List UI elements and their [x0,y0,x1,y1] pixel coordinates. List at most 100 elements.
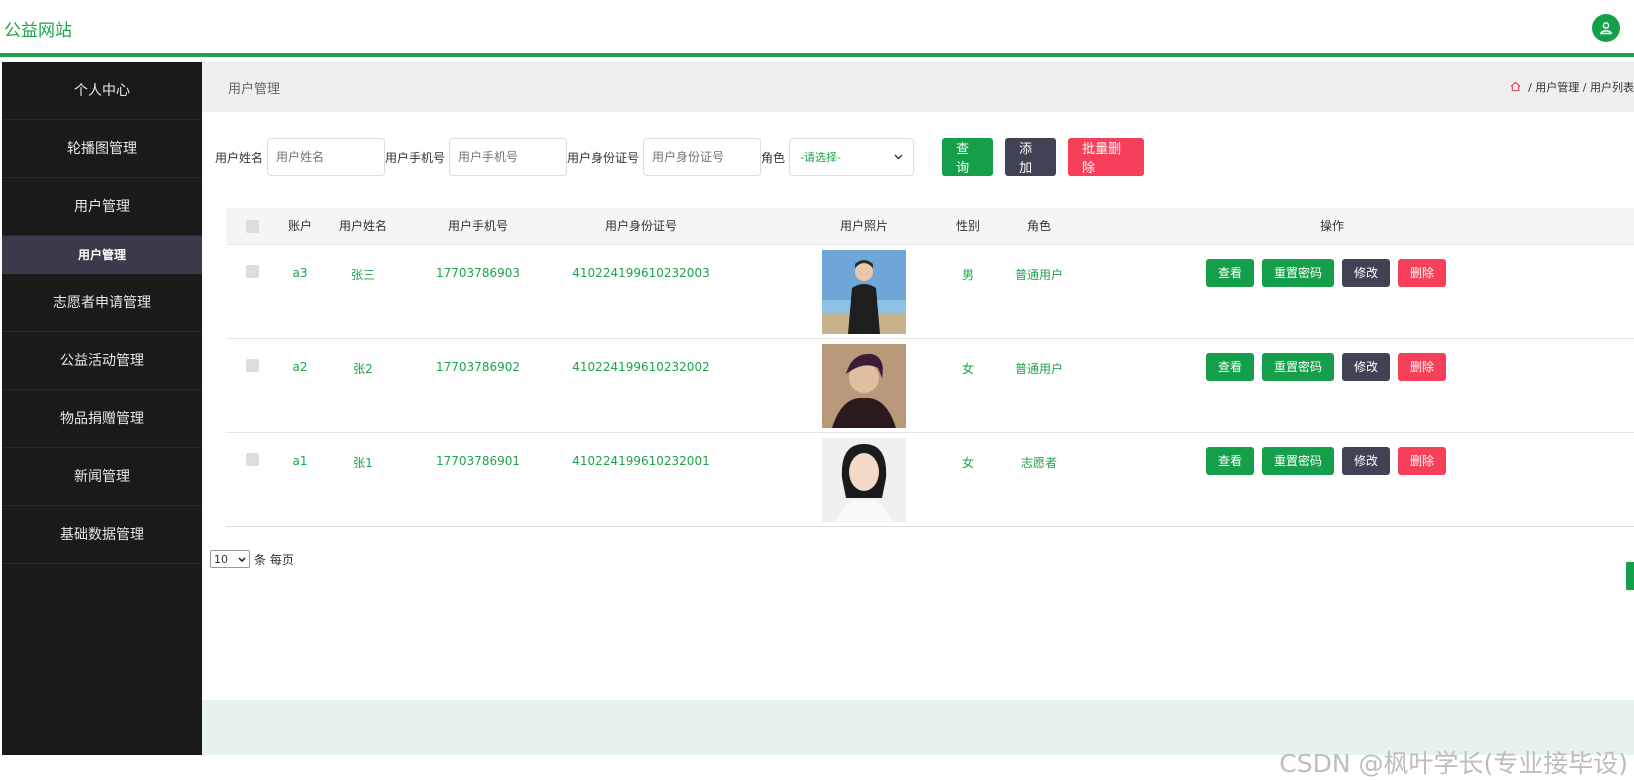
content-panel: 用户姓名 用户手机号 用户身份证号 角色 -请选择- 查询 添加 批量删除 账户… [202,112,1634,700]
reset-password-button[interactable]: 重置密码 [1262,353,1335,381]
row-checkbox[interactable] [246,265,259,278]
role-select[interactable]: -请选择- [789,138,915,176]
sidebar-item-personal-center[interactable]: 个人中心 [2,62,202,120]
name-label: 用户姓名 [215,150,264,165]
table-header: 账户 用户姓名 用户手机号 用户身份证号 用户照片 性别 角色 操作 [226,208,1634,244]
top-header: 公益网站 [0,0,1634,57]
user-photo[interactable] [822,250,906,334]
pagination-button[interactable] [1626,562,1634,590]
cell-name: 张1 [353,456,373,470]
edit-button[interactable]: 修改 [1342,447,1391,475]
query-button[interactable]: 查询 [942,138,994,176]
sidebar-item-volunteer-apply[interactable]: 志愿者申请管理 [2,274,202,332]
watermark: CSDN @枫叶学长(专业接毕设) [1279,749,1628,778]
page-title: 用户管理 [228,82,281,97]
reset-password-button[interactable]: 重置密码 [1262,447,1335,475]
edit-button[interactable]: 修改 [1342,353,1391,381]
col-role: 角色 [1026,219,1052,233]
col-idcard: 用户身份证号 [604,219,678,233]
cell-role: 普通用户 [1014,362,1064,376]
delete-button[interactable]: 删除 [1398,447,1447,475]
cell-gender: 女 [961,456,975,470]
page-size-suffix: 条 每页 [254,552,294,567]
home-icon[interactable] [1510,81,1525,94]
chevron-down-icon [238,557,246,562]
cell-gender: 女 [961,362,975,376]
row-actions: 查看 重置密码 修改 删除 [1206,447,1454,475]
col-photo: 用户照片 [839,219,889,233]
cell-role: 普通用户 [1014,268,1064,282]
col-gender: 性别 [955,219,981,233]
batch-delete-button[interactable]: 批量删除 [1068,138,1145,176]
breadcrumb-item-users[interactable]: 用户管理 [1535,81,1579,94]
view-button[interactable]: 查看 [1206,259,1255,287]
phone-search-input[interactable] [449,138,568,176]
idcard-label: 用户身份证号 [567,150,640,165]
cell-phone: 17703786902 [436,360,520,374]
home-icon-glyph [1510,81,1521,92]
view-button[interactable]: 查看 [1206,353,1255,381]
row-checkbox[interactable] [246,453,259,466]
cell-gender: 男 [961,268,975,282]
search-bar: 用户姓名 用户手机号 用户身份证号 角色 -请选择- 查询 添加 批量删除 [215,138,1145,176]
col-name: 用户姓名 [338,219,388,233]
cell-phone: 17703786903 [436,266,520,280]
row-checkbox[interactable] [246,359,259,372]
cell-account: a1 [292,454,308,468]
view-button[interactable]: 查看 [1206,447,1255,475]
page-size-select[interactable]: 10 [210,550,250,568]
sidebar-item-users[interactable]: 用户管理 [2,178,202,236]
delete-button[interactable]: 删除 [1398,259,1447,287]
breadcrumb-sep: / [1528,81,1532,94]
col-ops: 操作 [1319,219,1345,233]
breadcrumb-bar: 用户管理 / 用户管理 / 用户列表 [202,62,1634,112]
main-area: 用户管理 / 用户管理 / 用户列表 用户姓名 用户手机号 用户身份证号 角色 … [202,62,1634,778]
edit-button[interactable]: 修改 [1342,259,1391,287]
breadcrumb-item-user-list[interactable]: 用户列表 [1590,81,1634,94]
reset-password-button[interactable]: 重置密码 [1262,259,1335,287]
sidebar-subitem-users[interactable]: 用户管理 [2,236,202,274]
user-photo-image [822,250,906,334]
cell-name: 张三 [350,268,376,282]
cell-name: 张2 [353,362,373,376]
user-photo[interactable] [822,344,906,428]
sidebar-item-base-data[interactable]: 基础数据管理 [2,506,202,564]
phone-label: 用户手机号 [385,150,446,165]
cell-idcard: 410224199610232003 [572,266,710,280]
row-actions: 查看 重置密码 修改 删除 [1206,259,1454,287]
user-icon-glyph [1600,22,1612,35]
sidebar-item-activities[interactable]: 公益活动管理 [2,332,202,390]
user-photo-image [822,438,906,522]
sidebar-item-news[interactable]: 新闻管理 [2,448,202,506]
col-phone: 用户手机号 [447,219,509,233]
row-actions: 查看 重置密码 修改 删除 [1206,353,1454,381]
cell-idcard: 410224199610232002 [572,360,710,374]
table-row: a2 张2 17703786902 410224199610232002 女 普… [226,338,1634,432]
cell-phone: 17703786901 [436,454,520,468]
sidebar-item-carousel[interactable]: 轮播图管理 [2,120,202,178]
table-row: a3 张三 17703786903 410224199610232003 男 普… [226,244,1634,338]
user-table: 账户 用户姓名 用户手机号 用户身份证号 用户照片 性别 角色 操作 a3 张三… [226,208,1634,527]
role-select-value: -请选择- [800,151,842,164]
cell-idcard: 410224199610232001 [572,454,710,468]
user-photo[interactable] [822,438,906,522]
user-photo-image [822,344,906,428]
cell-account: a3 [292,266,308,280]
sidebar: 个人中心 轮播图管理 用户管理 用户管理 志愿者申请管理 公益活动管理 物品捐赠… [2,62,202,755]
name-search-input[interactable] [267,138,386,176]
sidebar-item-donations[interactable]: 物品捐赠管理 [2,390,202,448]
idcard-search-input[interactable] [643,138,762,176]
select-all-checkbox[interactable] [246,220,259,233]
add-button[interactable]: 添加 [1005,138,1057,176]
site-title[interactable]: 公益网站 [4,16,72,41]
breadcrumb-sep: / [1582,81,1587,94]
chevron-down-icon [894,154,903,160]
delete-button[interactable]: 删除 [1398,353,1447,381]
role-label: 角色 [761,150,786,165]
page-size-value: 10 [214,552,228,566]
cell-account: a2 [292,360,308,374]
col-account: 账户 [287,219,313,233]
cell-role: 志愿者 [1020,456,1058,470]
user-icon[interactable] [1592,14,1620,42]
pagination: 10 条 每页 [210,550,294,568]
